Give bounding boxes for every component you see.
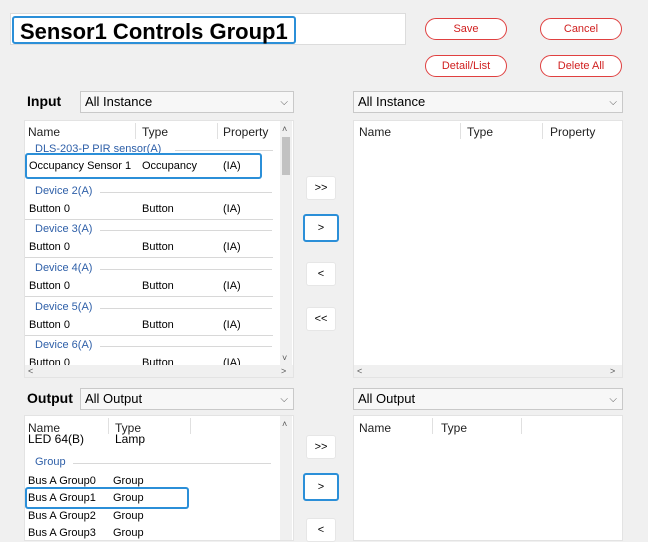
scroll-right-icon[interactable]: ˃ [281,366,286,376]
selected-output-filter-select[interactable]: All Output ⌵ [353,388,623,410]
output-filter-value: All Output [85,391,143,406]
remove-input-button[interactable]: < [306,262,336,286]
list-item[interactable]: LED 64(B) Lamp [25,430,265,448]
list-item[interactable]: Occupancy Sensor 1 Occupancy (IA) [25,157,275,175]
scroll-left-icon[interactable]: ˂ [28,366,33,376]
chevron-down-icon: ⌵ [280,97,288,108]
save-button[interactable]: Save [425,18,507,40]
chevron-down-icon: ⌵ [609,394,617,405]
column-property[interactable]: Property [550,125,595,139]
group-header: Device 5(A) [35,301,93,313]
selected-output-filter-value: All Output [358,391,416,406]
remove-output-button[interactable]: < [306,518,336,542]
scroll-up-icon[interactable]: ˄ [282,419,287,429]
column-type[interactable]: Type [142,125,168,139]
input-label: Input [27,93,62,109]
add-input-button[interactable]: > [303,214,339,242]
list-item[interactable]: Bus A Group3 Group [25,524,265,540]
input-selected-list[interactable]: Name Type Property ˂ ˃ [353,120,623,378]
add-output-button[interactable]: > [303,473,339,501]
input-filter-value: All Instance [85,94,153,109]
group-header: Device 4(A) [35,262,93,274]
column-type[interactable]: Type [441,421,467,435]
add-all-input-button[interactable]: >> [306,176,336,200]
remove-all-input-button[interactable]: << [306,307,336,331]
scroll-thumb[interactable] [282,137,290,175]
vertical-scrollbar[interactable]: ˄ ˅ [280,121,292,365]
list-item[interactable]: Bus A Group2 Group [25,507,265,525]
column-name[interactable]: Name [359,421,391,435]
cancel-button[interactable]: Cancel [540,18,622,40]
input-filter-select[interactable]: All Instance ⌵ [80,91,294,113]
chevron-down-icon: ⌵ [280,394,288,405]
column-type[interactable]: Type [467,125,493,139]
scroll-right-icon[interactable]: ˃ [610,366,615,376]
vertical-scrollbar[interactable]: ˄ [280,416,292,540]
horizontal-scrollbar[interactable]: ˂ ˃ [25,365,293,377]
group-header: Device 2(A) [35,185,93,197]
output-available-list[interactable]: Name Type LED 64(B) Lamp Group Bus A Gro… [24,415,294,541]
group-header: Device 6(A) [35,339,93,351]
scroll-left-icon[interactable]: ˂ [357,366,362,376]
scroll-up-icon[interactable]: ˄ [282,124,287,134]
delete-all-button[interactable]: Delete All [540,55,622,77]
horizontal-scrollbar[interactable]: ˂ ˃ [354,365,622,377]
output-filter-select[interactable]: All Output ⌵ [80,388,294,410]
chevron-down-icon: ⌵ [609,97,617,108]
input-available-list[interactable]: Name Type Property DLS-203-P PIR sensor(… [24,120,294,378]
rule-title[interactable]: Sensor1 Controls Group1 [12,16,296,44]
group-header: Device 3(A) [35,223,93,235]
selected-input-filter-select[interactable]: All Instance ⌵ [353,91,623,113]
list-item[interactable]: Button 0 Button (IA) [25,277,275,295]
selected-input-filter-value: All Instance [358,94,426,109]
output-label: Output [27,390,73,406]
list-item[interactable]: Button 0 Button (IA) [25,200,275,218]
group-header: Group [35,456,66,468]
detail-list-button[interactable]: Detail/List [425,55,507,77]
column-property[interactable]: Property [223,125,268,139]
output-selected-list[interactable]: Name Type [353,415,623,541]
list-item[interactable]: Button 0 Button (IA) [25,238,275,256]
column-name[interactable]: Name [359,125,391,139]
scroll-down-icon[interactable]: ˅ [282,353,287,363]
list-item[interactable]: Button 0 Button (IA) [25,316,275,334]
add-all-output-button[interactable]: >> [306,435,336,459]
column-name[interactable]: Name [28,125,60,139]
list-item[interactable]: Bus A Group1 Group [25,489,265,507]
